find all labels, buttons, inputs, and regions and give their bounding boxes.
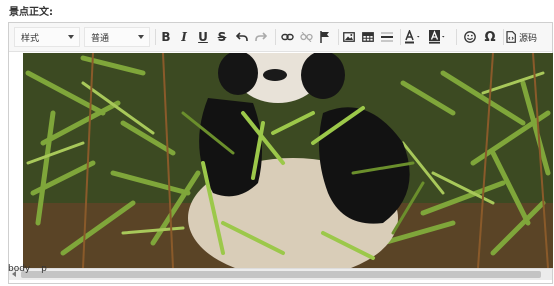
- field-label: 景点正文:: [9, 7, 53, 18]
- table-button[interactable]: [359, 27, 377, 47]
- redo-button[interactable]: [252, 27, 270, 47]
- bold-button[interactable]: B: [157, 27, 175, 47]
- italic-icon: I: [181, 30, 187, 44]
- chevron-down-icon: [68, 35, 74, 39]
- toolbar-divider: [155, 29, 156, 45]
- strikethrough-button[interactable]: S: [213, 27, 231, 47]
- toolbar-divider: [503, 29, 504, 45]
- horizontal-scrollbar[interactable]: [9, 268, 552, 280]
- underline-button[interactable]: U: [194, 27, 212, 47]
- image-icon: [343, 32, 355, 42]
- path-item-body[interactable]: body: [8, 264, 30, 274]
- strikethrough-icon: S: [217, 30, 227, 44]
- special-char-omega-icon: Ω: [484, 29, 496, 45]
- editor-toolbar: 样式 普通 B I U S Ω 源码: [9, 23, 552, 52]
- editor-content-area[interactable]: [23, 53, 553, 268]
- text-color-icon: [405, 30, 420, 44]
- table-icon: [362, 32, 374, 42]
- rich-text-editor: 样式 普通 B I U S Ω 源码: [8, 22, 553, 284]
- element-path-bar: body p: [8, 264, 55, 274]
- format-select[interactable]: 普通: [84, 27, 150, 47]
- undo-icon: [236, 32, 248, 41]
- chevron-down-icon: [138, 35, 144, 39]
- image-button[interactable]: [340, 27, 358, 47]
- unlink-button[interactable]: [297, 27, 315, 47]
- emoji-icon: [464, 31, 476, 43]
- redo-icon: [255, 32, 267, 41]
- toolbar-divider: [456, 29, 457, 45]
- undo-button[interactable]: [233, 27, 251, 47]
- text-color-button[interactable]: [403, 27, 425, 47]
- style-select[interactable]: 样式: [14, 27, 80, 47]
- unlink-icon: [299, 32, 313, 42]
- format-select-value: 普通: [91, 33, 110, 44]
- scrollbar-thumb[interactable]: [21, 271, 541, 278]
- special-char-button[interactable]: Ω: [481, 27, 499, 47]
- bold-icon: B: [161, 30, 171, 44]
- horizontal-rule-icon: [381, 32, 393, 42]
- source-code-button[interactable]: 源码: [506, 27, 546, 47]
- emoji-button[interactable]: [461, 27, 479, 47]
- source-code-icon: [506, 31, 516, 43]
- style-select-value: 样式: [21, 33, 40, 44]
- toolbar-divider: [400, 29, 401, 45]
- anchor-flag-icon: [320, 31, 329, 43]
- panda-bamboo-photo: [23, 53, 553, 268]
- anchor-button[interactable]: [316, 27, 334, 47]
- horizontal-rule-button[interactable]: [378, 27, 396, 47]
- path-item-p[interactable]: p: [41, 264, 47, 274]
- toolbar-divider: [338, 29, 339, 45]
- underline-icon: U: [198, 30, 208, 44]
- link-icon: [280, 33, 294, 41]
- source-code-label: 源码: [519, 33, 538, 44]
- background-color-icon: [429, 30, 445, 44]
- link-button[interactable]: [278, 27, 296, 47]
- toolbar-divider: [275, 29, 276, 45]
- italic-button[interactable]: I: [175, 27, 193, 47]
- background-color-button[interactable]: [428, 27, 450, 47]
